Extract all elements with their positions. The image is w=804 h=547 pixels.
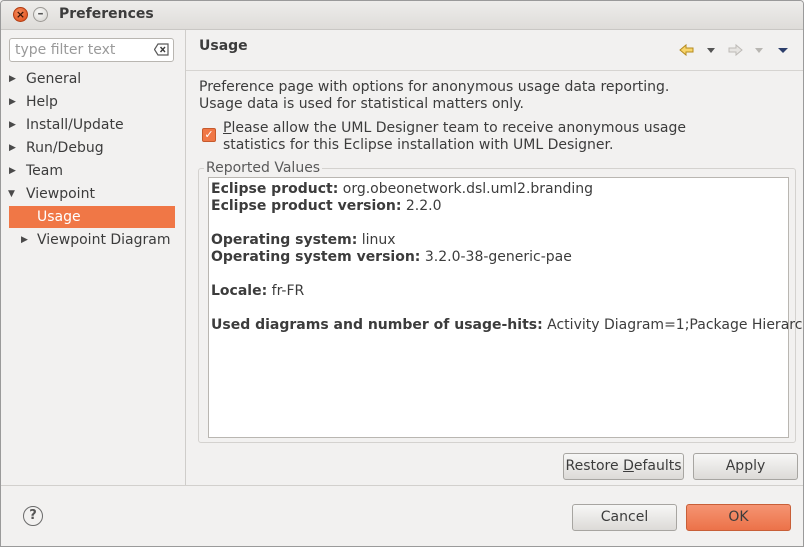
preference-page: Usage Preference page with options for a… bbox=[186, 30, 803, 485]
preferences-tree-panel: type filter text ▶ General ▶ Help ▶ Inst… bbox=[1, 30, 186, 485]
page-header: Usage bbox=[186, 30, 803, 71]
title-bar: × – Preferences bbox=[1, 1, 803, 30]
expand-arrow-icon[interactable]: ▶ bbox=[9, 68, 19, 90]
apply-button[interactable]: Apply bbox=[693, 453, 798, 480]
checkbox-label-line2[interactable]: statistics for this Eclipse installation… bbox=[223, 137, 613, 153]
tree-item-general[interactable]: ▶ General bbox=[1, 68, 185, 90]
reported-os: Operating system: linux bbox=[211, 232, 396, 248]
reported-locale: Locale: fr-FR bbox=[211, 283, 305, 299]
collapse-arrow-icon[interactable]: ▼ bbox=[8, 183, 18, 205]
help-icon[interactable]: ? bbox=[23, 506, 43, 526]
reported-product: Eclipse product: org.obeonetwork.dsl.uml… bbox=[211, 181, 594, 197]
selection-highlight bbox=[9, 206, 175, 228]
page-description-line2: Usage data is used for statistical matte… bbox=[199, 96, 524, 112]
back-menu-icon[interactable] bbox=[706, 42, 716, 58]
checkbox-label-line1[interactable]: Please allow the UML Designer team to re… bbox=[223, 120, 686, 136]
tree-item-team[interactable]: ▶ Team bbox=[1, 160, 185, 182]
forward-icon[interactable] bbox=[727, 42, 743, 58]
close-icon[interactable]: × bbox=[13, 7, 28, 22]
filter-input[interactable]: type filter text bbox=[9, 38, 174, 62]
cancel-button[interactable]: Cancel bbox=[572, 504, 677, 531]
tree-item-help[interactable]: ▶ Help bbox=[1, 91, 185, 113]
tree-item-install-update[interactable]: ▶ Install/Update bbox=[1, 114, 185, 136]
allow-usage-checkbox[interactable]: ✓ bbox=[202, 128, 216, 142]
reported-diagrams: Used diagrams and number of usage-hits: … bbox=[211, 317, 803, 333]
page-title: Usage bbox=[199, 38, 248, 54]
reported-product-version: Eclipse product version: 2.2.0 bbox=[211, 198, 442, 214]
reported-values-title: Reported Values bbox=[204, 160, 323, 176]
expand-arrow-icon[interactable]: ▶ bbox=[9, 91, 19, 113]
page-description-line1: Preference page with options for anonymo… bbox=[199, 79, 670, 95]
back-icon[interactable] bbox=[679, 42, 695, 58]
tree-item-usage[interactable]: Usage bbox=[1, 206, 185, 228]
tree-item-viewpoint[interactable]: ▼ Viewpoint bbox=[1, 183, 185, 205]
window-title: Preferences bbox=[59, 6, 154, 22]
filter-placeholder: type filter text bbox=[15, 42, 116, 58]
ok-button[interactable]: OK bbox=[686, 504, 791, 531]
forward-menu-icon[interactable] bbox=[754, 42, 764, 58]
minimize-icon[interactable]: – bbox=[33, 7, 48, 22]
expand-arrow-icon[interactable]: ▶ bbox=[21, 229, 31, 251]
restore-defaults-button[interactable]: Restore Defaults bbox=[563, 453, 684, 480]
expand-arrow-icon[interactable]: ▶ bbox=[9, 137, 19, 159]
reported-values-textarea[interactable]: Eclipse product: org.obeonetwork.dsl.uml… bbox=[208, 177, 803, 438]
view-menu-icon[interactable] bbox=[777, 42, 789, 58]
reported-os-version: Operating system version: 3.2.0-38-gener… bbox=[211, 249, 572, 265]
tree-item-run-debug[interactable]: ▶ Run/Debug bbox=[1, 137, 185, 159]
clear-filter-icon[interactable] bbox=[154, 43, 169, 56]
tree-item-viewpoint-diagram[interactable]: ▶ Viewpoint Diagram bbox=[1, 229, 185, 251]
preferences-window: × – Preferences type filter text ▶ Gener… bbox=[0, 0, 804, 547]
footer-divider bbox=[1, 485, 803, 486]
expand-arrow-icon[interactable]: ▶ bbox=[9, 114, 19, 136]
expand-arrow-icon[interactable]: ▶ bbox=[9, 160, 19, 182]
